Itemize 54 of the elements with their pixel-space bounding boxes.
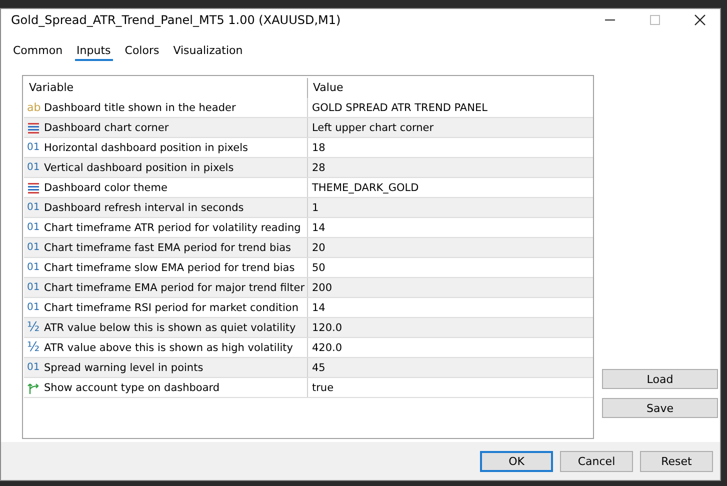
button[interactable]: Save: [602, 398, 718, 418]
variable-name: Horizontal dashboard position in pixels: [44, 142, 248, 154]
variable-name: Chart timeframe slow EMA period for trend bias: [44, 262, 295, 274]
value-cell[interactable]: 50: [312, 262, 326, 274]
value-cell[interactable]: 1: [312, 202, 319, 214]
value-cell[interactable]: THEME_DARK_GOLD: [312, 182, 419, 194]
button[interactable]: Reset: [640, 450, 713, 472]
value-cell[interactable]: 45: [312, 362, 326, 374]
value-cell[interactable]: 200: [312, 282, 332, 294]
type-icon: 01: [27, 162, 40, 173]
variable-name: Chart timeframe fast EMA period for trend bias: [44, 242, 292, 254]
variable-name: Dashboard chart corner: [44, 122, 169, 134]
variable-name: Chart timeframe RSI period for market condition: [44, 302, 298, 314]
window-title: Gold_Spread_ATR_Trend_Panel_MT5 1.00 (XAUUSD,M1): [11, 13, 342, 27]
type-icon: 01: [27, 282, 40, 293]
type-icon: 01: [27, 242, 40, 253]
tab[interactable]: Inputs: [74, 43, 113, 61]
value-cell[interactable]: 20: [312, 242, 326, 254]
type-icon: 01: [27, 362, 40, 373]
value-cell[interactable]: 14: [312, 302, 326, 314]
variable-name: Dashboard refresh interval in seconds: [44, 202, 244, 214]
type-icon: ab: [27, 101, 40, 114]
type-icon: ½: [27, 340, 40, 355]
tab[interactable]: Visualization: [171, 43, 245, 61]
value-cell[interactable]: GOLD SPREAD ATR TREND PANEL: [312, 102, 488, 114]
value-cell[interactable]: Left upper chart corner: [312, 122, 434, 134]
variable-name: Dashboard color theme: [44, 182, 168, 194]
close-icon[interactable]: [694, 14, 706, 26]
type-icon: 01: [27, 202, 40, 213]
value-cell[interactable]: 28: [312, 162, 326, 174]
variable-name: ATR value below this is shown as quiet volatility: [44, 322, 296, 334]
button[interactable]: Cancel: [560, 450, 633, 472]
type-icon: ½: [27, 320, 40, 335]
variable-name: Spread warning level in points: [44, 362, 204, 374]
button[interactable]: Load: [602, 369, 718, 389]
variable-name: Dashboard title shown in the header: [44, 102, 236, 114]
variable-name: ATR value above this is shown as high volatility: [44, 342, 293, 354]
tab[interactable]: Colors: [122, 43, 162, 61]
variable-name: Chart timeframe ATR period for volatility reading: [44, 222, 301, 234]
type-icon: 01: [27, 262, 40, 273]
value-cell[interactable]: 420.0: [312, 342, 342, 354]
type-icon: 01: [27, 142, 40, 153]
type-icon: 01: [27, 222, 40, 233]
variable-name: Show account type on dashboard: [44, 382, 220, 394]
value-cell[interactable]: true: [312, 382, 334, 394]
column-header[interactable]: Value: [308, 78, 593, 98]
variable-name: Chart timeframe EMA period for major trend filter: [44, 282, 305, 294]
type-icon: 01: [27, 302, 40, 313]
tab[interactable]: Common: [11, 43, 65, 61]
variable-name: Vertical dashboard position in pixels: [44, 162, 234, 174]
value-cell[interactable]: 14: [312, 222, 326, 234]
value-cell[interactable]: 18: [312, 142, 326, 154]
button[interactable]: OK: [480, 450, 553, 472]
value-cell[interactable]: 120.0: [312, 322, 342, 334]
